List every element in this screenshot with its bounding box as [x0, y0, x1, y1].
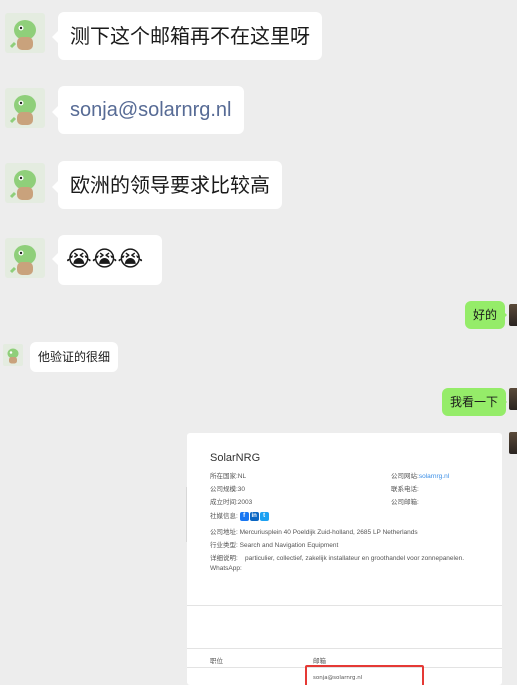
message-bubble[interactable]: 欧洲的领导要求比较高	[58, 161, 282, 209]
my-message-bubble[interactable]: 好的	[465, 301, 506, 329]
avatar[interactable]	[5, 88, 45, 128]
crying-emoji-icon: 😭	[91, 247, 118, 272]
bubble-tail	[502, 310, 507, 320]
founded-field: 成立时间:2003	[210, 499, 253, 506]
twitter-icon[interactable]: t	[259, 511, 269, 521]
emoji-message-bubble[interactable]: 😭😭😭	[58, 235, 162, 285]
description-label: 详细说明:	[210, 555, 238, 562]
avatar[interactable]	[5, 13, 45, 53]
avatar[interactable]	[5, 163, 45, 203]
facebook-icon[interactable]: f	[239, 511, 249, 521]
description-value: particulier, collectief, zakelijk instal…	[245, 555, 465, 562]
size-field: 公司规模:30	[210, 486, 246, 493]
table-header-position: 职位	[210, 657, 223, 665]
divider	[187, 648, 502, 649]
phone-field: 联系电话:	[391, 486, 419, 493]
whatsapp-field: WhatsApp:	[210, 565, 242, 572]
company-name: SolarNRG	[210, 452, 261, 464]
description-field: 详细说明: particulier, collectief, zakelijk …	[210, 552, 464, 562]
email-link[interactable]: sonja@solarnrg.nl	[58, 86, 244, 134]
my-message-bubble[interactable]: 我看一下	[442, 388, 507, 416]
divider	[187, 605, 502, 606]
industry-field: 行业类型: Search and Navigation Equipment	[210, 539, 338, 549]
table-cell-email: sonja@solarnrg.nl	[313, 675, 363, 681]
linkedin-icon[interactable]: in	[249, 511, 259, 521]
website-label: 公司网站:	[391, 473, 419, 480]
address-field: 公司地址: Mercuriusplein 40 Poeldijk Zuid-ho…	[210, 529, 418, 536]
website-link[interactable]: solarnrg.nl	[419, 473, 449, 480]
my-avatar[interactable]	[509, 432, 517, 454]
message-bubble[interactable]: 他验证的很细	[30, 342, 119, 372]
crying-emoji-icon: 😭	[66, 247, 92, 272]
bubble-tail	[502, 397, 507, 407]
social-label: 社媒信息:	[210, 513, 238, 520]
crying-emoji-icon: 😭	[117, 247, 144, 272]
social-field: 社媒信息: f in t	[210, 510, 270, 521]
my-avatar[interactable]	[509, 388, 517, 410]
country-field: 所在国家:NL	[210, 473, 247, 480]
company-info-screenshot[interactable]: SolarNRG 所在国家:NL 公司网站:solarnrg.nl 公司规模:3…	[187, 433, 502, 685]
industry-value: Search and Navigation Equipment	[239, 542, 339, 549]
mail-field: 公司邮箱:	[391, 499, 419, 506]
avatar[interactable]	[3, 344, 23, 366]
table-header-email: 邮箱	[313, 657, 326, 665]
website-field: 公司网站:solarnrg.nl	[391, 470, 449, 480]
message-bubble[interactable]: 测下这个邮箱再不在这里呀	[58, 12, 322, 60]
my-avatar[interactable]	[509, 304, 517, 326]
industry-label: 行业类型:	[210, 542, 238, 549]
avatar[interactable]	[5, 238, 45, 278]
